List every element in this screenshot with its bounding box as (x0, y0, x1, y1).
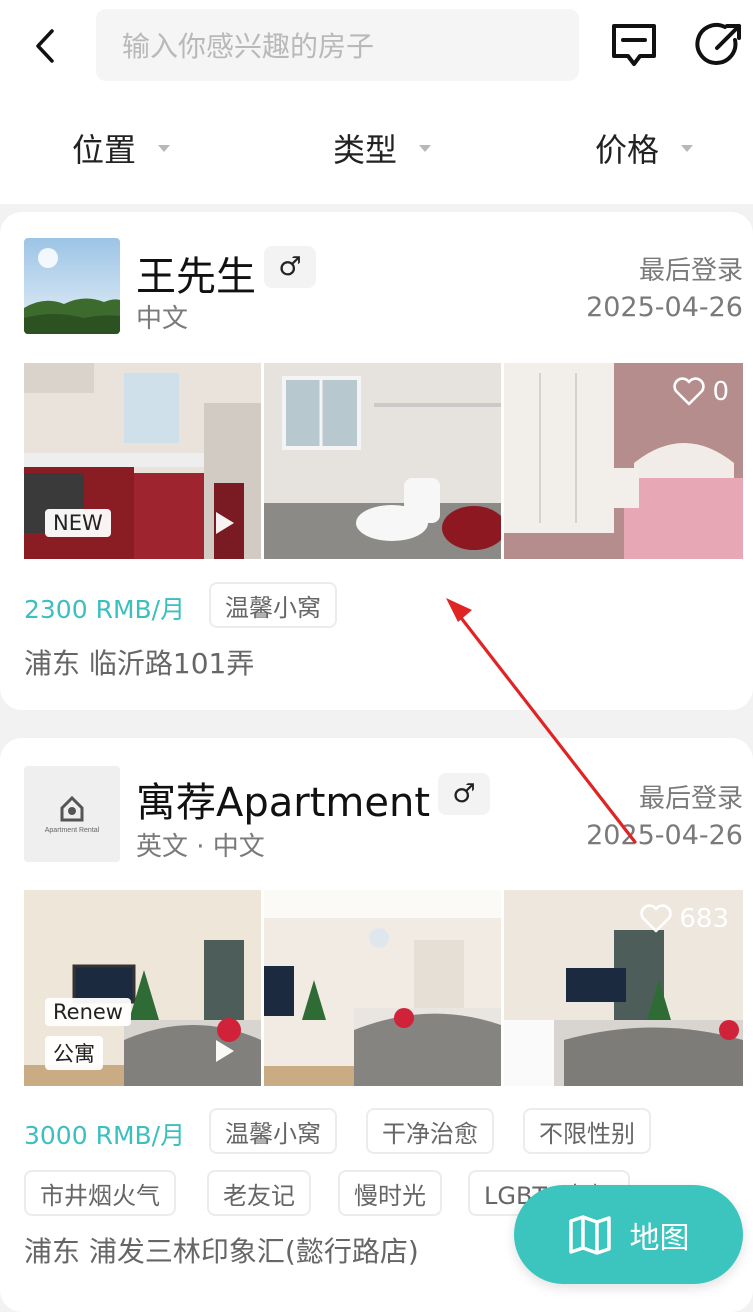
caret-down-icon (158, 144, 171, 152)
listing-photo[interactable]: 0 (504, 363, 743, 559)
search-placeholder: 输入你感兴趣的房子 (122, 30, 375, 63)
renew-badge: Renew (45, 998, 131, 1026)
last-login-label: 最后登录 (638, 784, 743, 814)
avatar[interactable]: Apartment Rental (24, 766, 120, 862)
listing-photo[interactable]: NEW (24, 363, 261, 559)
map-icon (568, 1214, 611, 1255)
heart-icon (673, 377, 706, 406)
apartment-rental-logo: Apartment Rental (24, 766, 120, 862)
avatar[interactable] (24, 238, 120, 334)
listing-photo[interactable] (264, 363, 501, 559)
back-button[interactable] (28, 26, 62, 66)
message-button[interactable] (608, 20, 660, 70)
rent-price: 2300 RMB/月 (24, 595, 186, 624)
filter-label: 价格 (595, 131, 660, 169)
play-icon (216, 1040, 234, 1062)
logo-text: Apartment Rental (45, 827, 100, 834)
play-icon (216, 512, 234, 534)
tag: 温馨小窝 (209, 1108, 337, 1154)
apartment-photo (264, 890, 501, 1086)
tag: 老友记 (207, 1170, 311, 1216)
share-button[interactable] (695, 20, 745, 70)
map-button[interactable]: 地图 (514, 1185, 743, 1284)
new-badge: NEW (45, 509, 111, 537)
map-button-label: 地图 (629, 1220, 690, 1256)
top-bar: 输入你感兴趣的房子 位置 类型 价格 (0, 0, 753, 204)
type-badge: 公寓 (45, 1036, 103, 1070)
rent-price: 3000 RMB/月 (24, 1121, 186, 1150)
like-count: 683 (679, 904, 729, 934)
tag: 干净治愈 (366, 1108, 494, 1154)
host-name: 寓荐Apartment (136, 780, 431, 826)
bathroom-photo (264, 363, 501, 559)
listing-photo[interactable]: 683 (504, 890, 743, 1086)
avatar-image (24, 238, 120, 334)
listing-address: 浦东 浦发三林印象汇(懿行路店) (24, 1235, 419, 1268)
listing-address: 浦东 临沂路101弄 (24, 647, 255, 680)
listing-photo[interactable] (264, 890, 501, 1086)
gender-badge: ♂ (438, 773, 490, 815)
male-icon: ♂ (278, 252, 302, 282)
filter-bar: 位置 类型 价格 (0, 112, 753, 184)
listing-card[interactable]: 王先生 ♂ 中文 最后登录 2025-04-26 NEW 0 2300 RMB/… (0, 212, 753, 710)
tag: 慢时光 (338, 1170, 442, 1216)
gender-badge: ♂ (264, 246, 316, 288)
filter-label: 位置 (72, 131, 137, 169)
host-languages: 英文 · 中文 (136, 832, 265, 862)
last-login-date: 2025-04-26 (586, 292, 743, 323)
last-login-label: 最后登录 (638, 256, 743, 286)
share-icon (695, 23, 741, 65)
like-counter[interactable]: 0 (672, 377, 729, 407)
message-icon (612, 24, 656, 66)
caret-down-icon (419, 144, 432, 152)
like-counter[interactable]: 683 (639, 904, 729, 934)
filter-label: 类型 (333, 131, 398, 169)
last-login-date: 2025-04-26 (586, 820, 743, 851)
male-icon: ♂ (452, 779, 476, 809)
filter-price[interactable]: 价格 (595, 112, 694, 184)
caret-down-icon (681, 144, 694, 152)
chevron-left-icon (36, 29, 54, 63)
like-count: 0 (712, 377, 729, 407)
tag: 温馨小窝 (209, 582, 337, 628)
heart-icon (640, 904, 673, 933)
tag: 不限性别 (523, 1108, 651, 1154)
host-languages: 中文 (136, 304, 189, 334)
filter-type[interactable]: 类型 (333, 112, 432, 184)
search-input[interactable]: 输入你感兴趣的房子 (96, 9, 579, 81)
filter-location[interactable]: 位置 (72, 112, 171, 184)
tag: 市井烟火气 (24, 1170, 176, 1216)
listing-photo[interactable]: Renew 公寓 (24, 890, 261, 1086)
host-name: 王先生 (136, 254, 256, 300)
